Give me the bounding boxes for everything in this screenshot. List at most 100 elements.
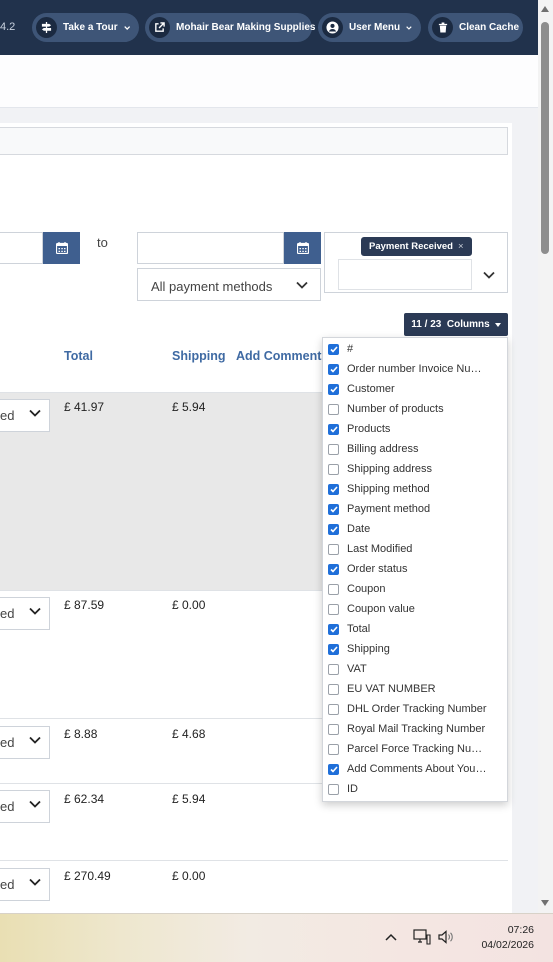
column-option-label: # — [347, 343, 354, 355]
scrollbar-thumb[interactable] — [541, 22, 549, 254]
chevron-down-icon — [29, 800, 41, 808]
chevron-up-icon[interactable] — [385, 933, 397, 941]
order-status-value: ed — [0, 408, 15, 423]
checkbox-checked[interactable] — [328, 423, 339, 435]
column-option[interactable]: # — [328, 340, 490, 358]
checkbox-checked[interactable] — [328, 523, 339, 535]
column-option[interactable]: EU VAT NUMBER — [328, 680, 490, 698]
order-status-select[interactable]: ed — [0, 868, 50, 901]
payment-method-select[interactable]: All payment methods — [137, 268, 321, 301]
column-option-label: Number of products — [347, 403, 444, 415]
column-option[interactable]: Add Comments About Your Order — [328, 760, 490, 778]
column-option[interactable]: Shipping method — [328, 480, 490, 498]
user-menu-button[interactable]: User Menu — [318, 13, 421, 42]
date-to-input[interactable] — [137, 232, 284, 264]
checkbox-unchecked[interactable] — [328, 463, 339, 475]
checkbox-unchecked[interactable] — [328, 703, 339, 715]
checkbox-checked[interactable] — [328, 643, 339, 655]
remove-tag-button[interactable]: × — [458, 241, 464, 252]
checkbox-checked[interactable] — [328, 383, 339, 395]
store-link-button[interactable]: Mohair Bear Making Supplies — [145, 13, 315, 42]
column-header-shipping[interactable]: Shipping — [172, 349, 225, 363]
search-input[interactable] — [0, 127, 508, 155]
chevron-down-icon — [29, 736, 41, 744]
column-option[interactable]: Customer — [328, 380, 490, 398]
column-option-label: Customer — [347, 383, 395, 395]
chevron-down-icon — [123, 25, 130, 30]
caret-down-icon — [494, 322, 501, 327]
column-option[interactable]: DHL Order Tracking Number — [328, 700, 490, 718]
checkbox-unchecked[interactable] — [328, 723, 339, 735]
column-option-label: Shipping address — [347, 463, 433, 475]
scroll-down-arrow-icon[interactable] — [541, 900, 549, 906]
date-to-calendar-button[interactable] — [284, 232, 321, 264]
shipping-cell: £ 0.00 — [172, 598, 206, 612]
column-option[interactable]: Payment method — [328, 500, 490, 518]
order-status-select[interactable]: ed — [0, 597, 50, 630]
top-navigation-bar: 4.2 Take a Tour Mohair Bear Making Suppl… — [0, 0, 538, 55]
date-from-input[interactable] — [0, 232, 43, 264]
column-option[interactable]: Shipping address — [328, 460, 490, 478]
checkbox-unchecked[interactable] — [328, 603, 339, 615]
column-option[interactable]: Last Modified — [328, 540, 490, 558]
user-circle-icon — [322, 17, 343, 38]
columns-toggle-button[interactable]: 11 / 23 Columns — [404, 313, 508, 336]
column-option-label: Coupon — [347, 583, 386, 595]
scroll-up-arrow-icon[interactable] — [541, 6, 549, 12]
checkbox-unchecked[interactable] — [328, 403, 339, 415]
trash-icon — [432, 17, 453, 38]
column-option[interactable]: Order number Invoice Number — [328, 360, 490, 378]
page-subheader — [0, 55, 538, 108]
column-option[interactable]: Shipping — [328, 640, 490, 658]
column-option[interactable]: Number of products — [328, 400, 490, 418]
take-a-tour-button[interactable]: Take a Tour — [32, 13, 139, 42]
date-from-calendar-button[interactable] — [43, 232, 80, 264]
system-clock[interactable]: 07:26 04/02/2026 — [470, 923, 534, 953]
checkbox-unchecked[interactable] — [328, 663, 339, 675]
order-status-select[interactable]: ed — [0, 399, 50, 432]
checkbox-checked[interactable] — [328, 623, 339, 635]
checkbox-unchecked[interactable] — [328, 783, 339, 795]
column-option[interactable]: ID — [328, 780, 490, 798]
clean-cache-button[interactable]: Clean Cache — [428, 13, 523, 42]
order-status-search-input[interactable] — [338, 259, 472, 290]
checkbox-checked[interactable] — [328, 763, 339, 775]
checkbox-checked[interactable] — [328, 563, 339, 575]
column-option[interactable]: Parcel Force Tracking Number — [328, 740, 490, 758]
column-option[interactable]: Coupon — [328, 580, 490, 598]
order-status-value: ed — [0, 606, 15, 621]
monitor-network-icon[interactable] — [413, 929, 431, 945]
checkbox-unchecked[interactable] — [328, 583, 339, 595]
checkbox-unchecked[interactable] — [328, 443, 339, 455]
checkbox-checked[interactable] — [328, 503, 339, 515]
column-option[interactable]: Royal Mail Tracking Number — [328, 720, 490, 738]
column-option-label: Total — [347, 623, 371, 635]
column-header-add-comments[interactable]: Add Comments — [236, 349, 328, 363]
column-option-label: Add Comments About Your Order — [347, 763, 490, 775]
checkbox-checked[interactable] — [328, 363, 339, 375]
column-option[interactable]: VAT — [328, 660, 490, 678]
column-option[interactable]: Products — [328, 420, 490, 438]
page-scrollbar[interactable] — [538, 0, 553, 913]
chevron-down-icon — [284, 269, 320, 300]
checkbox-checked[interactable] — [328, 343, 339, 355]
checkbox-unchecked[interactable] — [328, 683, 339, 695]
checkbox-checked[interactable] — [328, 483, 339, 495]
order-status-value: ed — [0, 735, 15, 750]
speaker-icon[interactable] — [438, 930, 454, 944]
column-header-total[interactable]: Total — [64, 349, 93, 363]
column-option[interactable]: Billing address — [328, 440, 490, 458]
column-option-label: EU VAT NUMBER — [347, 683, 436, 695]
order-status-select[interactable]: ed — [0, 726, 50, 759]
version-number: 4.2 — [0, 21, 16, 33]
shipping-cell: £ 4.68 — [172, 727, 206, 741]
column-option[interactable]: Total — [328, 620, 490, 638]
column-option[interactable]: Date — [328, 520, 490, 538]
os-taskbar: 07:26 04/02/2026 — [0, 913, 553, 962]
checkbox-unchecked[interactable] — [328, 743, 339, 755]
column-option[interactable]: Coupon value — [328, 600, 490, 618]
column-option[interactable]: Order status — [328, 560, 490, 578]
order-status-select[interactable]: ed — [0, 790, 50, 823]
checkbox-unchecked[interactable] — [328, 543, 339, 555]
calendar-icon — [296, 242, 309, 254]
